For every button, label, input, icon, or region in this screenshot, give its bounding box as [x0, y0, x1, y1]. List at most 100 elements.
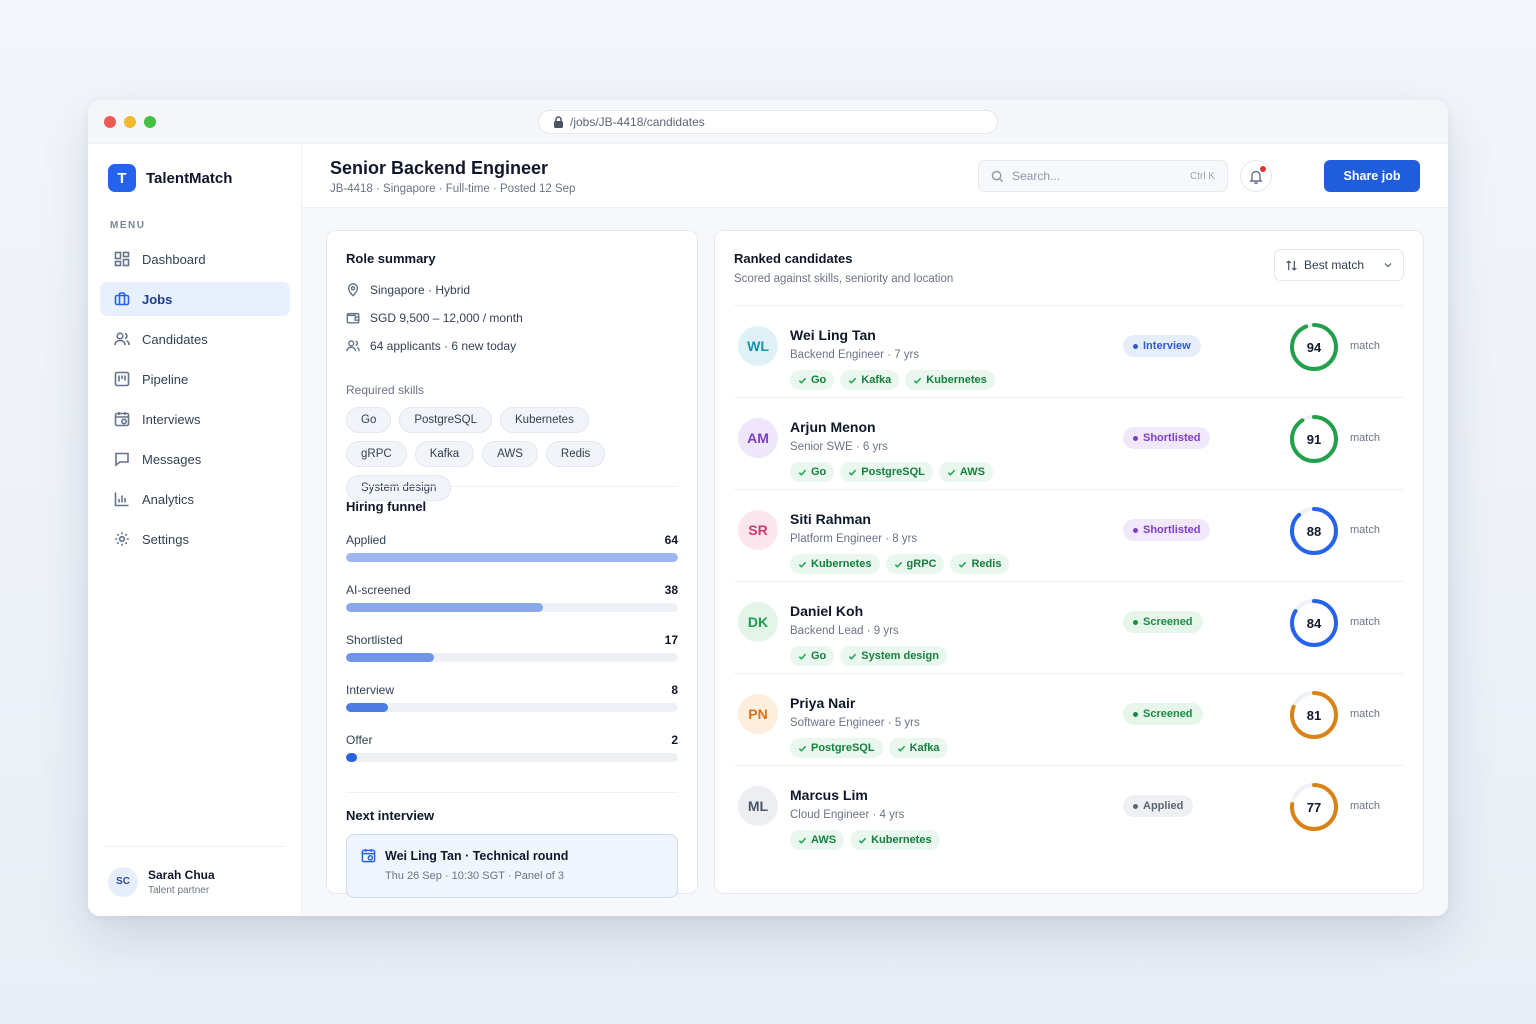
status-badge: Screened [1123, 703, 1203, 725]
check-icon [798, 377, 807, 384]
skill-chip: gRPC [346, 441, 407, 467]
notification-dot [1260, 166, 1266, 172]
sidebar-item-pipeline[interactable]: Pipeline [100, 362, 290, 396]
match-score-ring: 84 [1288, 597, 1340, 649]
status-dot [1133, 435, 1138, 441]
brand[interactable]: T TalentMatch [108, 164, 232, 192]
match-score-ring: 77 [1288, 781, 1340, 833]
hiring-funnel: Applied 64 AI-screened 38 Shortlisted 17 Inter… [346, 533, 678, 783]
address-bar[interactable]: /jobs/JB-4418/candidates [538, 110, 998, 134]
candidate-name[interactable]: Wei Ling Tan [790, 327, 876, 343]
funnel-stage-row: Applied 64 [346, 533, 678, 583]
check-icon [798, 837, 807, 844]
sidebar-item-interviews[interactable]: Interviews [100, 402, 290, 436]
matched-skill-label: Kafka [861, 374, 892, 386]
browser-window: /jobs/JB-4418/candidates T TalentMatch M… [88, 100, 1448, 916]
hiring-funnel-title: Hiring funnel [346, 499, 427, 514]
matched-skill-chip: Go [790, 370, 835, 390]
sidebar-item-jobs[interactable]: Jobs [100, 282, 290, 316]
check-icon [947, 469, 956, 476]
funnel-stage-count: 2 [671, 733, 678, 747]
candidate-row[interactable]: ML Marcus Lim Cloud Engineer · 4 yrs AWS Kub… [734, 766, 1404, 858]
match-label: match [1350, 800, 1380, 812]
skill-chip: Kafka [414, 441, 475, 467]
next-interview-card[interactable]: Wei Ling Tan · Technical round Thu 26 Se… [346, 834, 678, 898]
page-header: Senior Backend Engineer JB-4418 · Singap… [302, 144, 1448, 208]
candidate-row[interactable]: DK Daniel Koh Backend Lead · 9 yrs Go System… [734, 582, 1404, 674]
chat-icon [115, 452, 129, 467]
candidate-row[interactable]: WL Wei Ling Tan Backend Engineer · 7 yrs Go… [734, 306, 1404, 398]
share-job-button[interactable]: Share job [1324, 160, 1420, 192]
candidate-row[interactable]: PN Priya Nair Software Engineer · 5 yrs Pos… [734, 674, 1404, 766]
check-icon [897, 745, 905, 752]
check-icon [849, 377, 857, 384]
check-icon [798, 561, 807, 568]
matched-skill-label: gRPC [906, 558, 937, 570]
avatar: DK [738, 602, 778, 642]
matched-skill-label: PostgreSQL [811, 742, 875, 754]
notifications-button[interactable] [1240, 160, 1272, 192]
matched-skill-chip: Kubernetes [905, 370, 995, 390]
user-name: Sarah Chua [148, 867, 215, 882]
candidate-name[interactable]: Siti Rahman [790, 511, 871, 527]
matched-skill-label: Go [811, 466, 827, 478]
next-interview-heading: Wei Ling Tan · Technical round [385, 849, 569, 863]
status-label: Applied [1143, 800, 1184, 812]
user-profile[interactable]: SC Sarah Chua Talent partner [104, 846, 285, 916]
close-window-button[interactable] [104, 116, 116, 128]
maximize-window-button[interactable] [144, 116, 156, 128]
sidebar-item-analytics[interactable]: Analytics [100, 482, 290, 516]
sidebar-item-candidates[interactable]: Candidates [100, 322, 290, 356]
calendar-icon [114, 412, 130, 427]
funnel-bar-track [346, 753, 678, 762]
sort-dropdown[interactable]: Best match [1274, 249, 1404, 281]
sidebar-item-label: Jobs [142, 291, 173, 307]
candidate-role: Platform Engineer · 8 yrs [790, 533, 918, 545]
sidebar-item-settings[interactable]: Settings [100, 522, 290, 556]
users-icon [114, 332, 130, 346]
funnel-bar-fill [346, 603, 544, 612]
sidebar-item-label: Dashboard [142, 251, 206, 267]
funnel-stage-label: Interview [346, 683, 395, 697]
candidate-skills: Kubernetes gRPC Redis [790, 554, 1010, 574]
users-icon [346, 340, 360, 352]
minimize-window-button[interactable] [124, 116, 136, 128]
matched-skill-chip: PostgreSQL [790, 738, 883, 758]
skill-chip: Kubernetes [500, 407, 589, 433]
match-label: match [1350, 708, 1380, 720]
sidebar-item-label: Interviews [142, 411, 201, 427]
required-skills-label: Required skills [346, 383, 425, 397]
candidate-list: WL Wei Ling Tan Backend Engineer · 7 yrs Go… [734, 305, 1404, 858]
url-text: /jobs/JB-4418/candidates [570, 115, 705, 129]
candidate-name[interactable]: Priya Nair [790, 695, 855, 711]
search-input[interactable]: Search... Ctrl K [978, 160, 1228, 192]
page-title: Senior Backend Engineer [330, 158, 549, 178]
matched-skill-label: Kubernetes [811, 558, 872, 570]
candidate-name[interactable]: Arjun Menon [790, 419, 876, 435]
next-interview-detail: Thu 26 Sep · 10:30 SGT · Panel of 3 [385, 870, 564, 882]
skill-chip: AWS [482, 441, 538, 467]
calendar-icon [361, 848, 376, 863]
sidebar: T TalentMatch MENU Dashboard Jobs Candid… [88, 144, 302, 916]
skill-chip: Go [346, 407, 392, 433]
job-salary: SGD 9,500 – 12,000 / month [346, 311, 523, 325]
matched-skill-chip: Kubernetes [850, 830, 940, 850]
candidate-skills: Go System design [790, 646, 947, 666]
funnel-stage-row: Offer 2 [346, 733, 678, 783]
candidate-name[interactable]: Daniel Koh [790, 603, 863, 619]
check-icon [959, 561, 967, 568]
sidebar-item-label: Candidates [142, 331, 208, 347]
job-applicants-text: 64 applicants · 6 new today [370, 339, 517, 353]
job-location: Singapore · Hybrid [346, 283, 470, 297]
bar-chart-icon [114, 492, 129, 507]
status-dot [1133, 711, 1138, 717]
sidebar-item-dashboard[interactable]: Dashboard [100, 242, 290, 276]
avatar: AM [738, 418, 778, 458]
candidate-row[interactable]: SR Siti Rahman Platform Engineer · 8 yrs Ku… [734, 490, 1404, 582]
candidate-row[interactable]: AM Arjun Menon Senior SWE · 6 yrs Go Postgre… [734, 398, 1404, 490]
sidebar-item-messages[interactable]: Messages [100, 442, 290, 476]
match-score-ring: 81 [1288, 689, 1340, 741]
funnel-bar-track [346, 603, 678, 612]
match-score-value: 88 [1306, 523, 1322, 539]
candidate-name[interactable]: Marcus Lim [790, 787, 868, 803]
